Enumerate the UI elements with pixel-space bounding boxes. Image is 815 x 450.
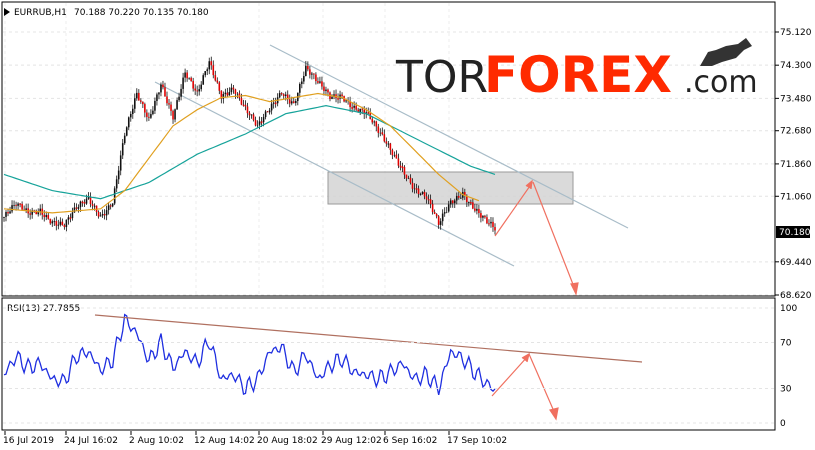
time-tick-label: 29 Aug 12:02 <box>321 436 382 446</box>
price-axis: 75.120 74.300 73.480 72.680 71.860 71.060 69.4… <box>775 28 812 301</box>
price-tick-label: 71.060 <box>780 192 812 202</box>
price-tick-label: 72.680 <box>780 127 812 137</box>
rsi-tick-label: 70 <box>780 339 792 349</box>
time-tick-label: 24 Jul 16:02 <box>64 436 118 446</box>
rsi-panel-frame <box>1 297 776 431</box>
price-tick-label: 69.440 <box>780 258 812 268</box>
price-tick-label: 71.860 <box>780 160 812 170</box>
rsi-tick-label: 0 <box>780 419 786 429</box>
watermark-tor: TOR <box>395 52 488 103</box>
rsi-tick-label: 30 <box>780 385 792 395</box>
time-tick-label: 16 Jul 2019 <box>3 436 54 446</box>
rsi-label: RSI(13) 27.7855 <box>7 304 80 314</box>
price-tick-label: 75.120 <box>780 28 812 38</box>
time-tick-label: 6 Sep 16:02 <box>383 436 437 446</box>
price-tick-label: 74.300 <box>780 61 812 71</box>
time-tick-label: 20 Aug 18:02 <box>257 436 318 446</box>
time-axis: 16 Jul 2019 24 Jul 16:02 2 Aug 10:02 12 Aug… <box>3 431 507 446</box>
header-symbol: EURRUB,H1 <box>14 8 67 18</box>
last-price-label: 70.180 <box>779 228 811 238</box>
chart-root: TOR FOREX .com EURRUB,H1 70.188 70.220 7… <box>1 1 812 446</box>
watermark-suffix: .com <box>684 65 758 100</box>
watermark-forex: FOREX <box>484 46 672 104</box>
price-tick-label: 68.620 <box>780 291 812 301</box>
time-tick-label: 2 Aug 10:02 <box>129 436 184 446</box>
price-tick-label: 73.480 <box>780 94 812 104</box>
time-tick-label: 12 Aug 14:02 <box>194 436 255 446</box>
header-ohlc: 70.188 70.220 70.135 70.180 <box>74 8 209 18</box>
time-tick-label: 17 Sep 10:02 <box>447 436 507 446</box>
rsi-tick-label: 100 <box>780 304 797 314</box>
